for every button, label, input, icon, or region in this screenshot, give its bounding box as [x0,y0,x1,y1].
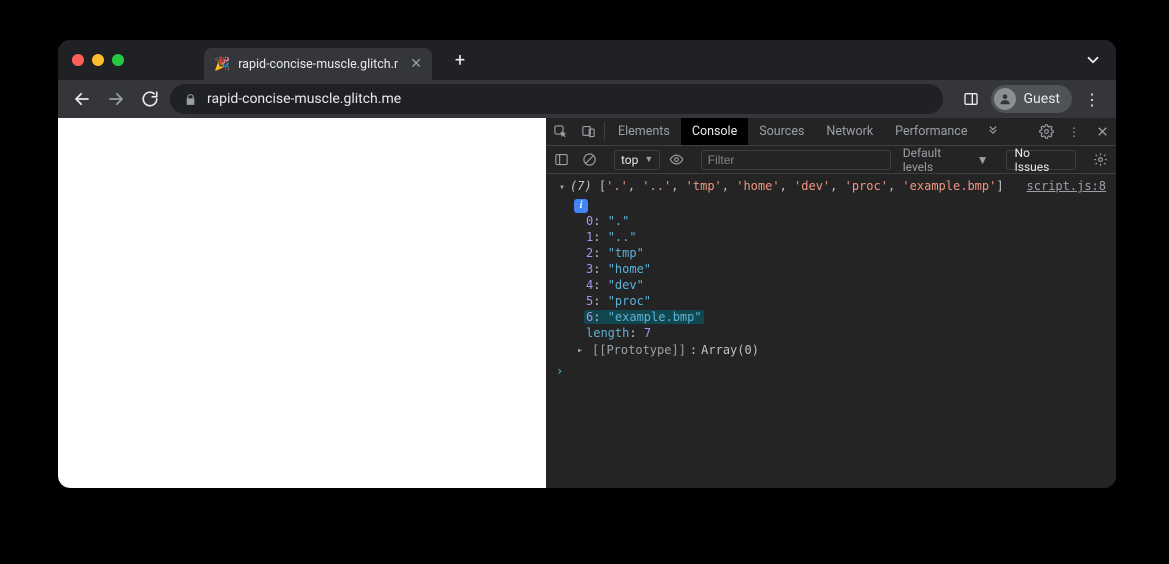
devtools-close-icon[interactable] [1088,124,1116,139]
lock-icon [184,93,197,106]
tab-elements[interactable]: Elements [607,118,681,145]
array-entry[interactable]: 2: "tmp" [586,245,1116,261]
filter-input[interactable] [701,150,891,170]
chevron-down-icon: ▼ [977,153,989,167]
console-settings-icon[interactable] [1089,149,1112,171]
info-badge-icon[interactable]: i [574,199,588,213]
side-panel-icon[interactable] [957,85,985,113]
address-bar: rapid-concise-muscle.glitch.me Guest ⋮ [58,80,1116,118]
omnibox[interactable]: rapid-concise-muscle.glitch.me [170,84,943,114]
devtools-menu-icon[interactable]: ⋮ [1060,125,1088,139]
array-entry[interactable]: 3: "home" [586,261,1116,277]
tab-console[interactable]: Console [681,118,748,145]
tab-sources[interactable]: Sources [748,118,815,145]
clear-console-icon[interactable] [577,149,600,171]
new-tab-button[interactable]: + [446,46,474,74]
close-window-button[interactable] [72,54,84,66]
browser-window: 🎉 rapid-concise-muscle.glitch.me ✕ + rap… [58,40,1116,488]
devtools-tabbar: Elements Console Sources Network Perform… [546,118,1116,146]
forward-button[interactable] [102,85,130,113]
chevron-down-icon: ▼ [644,154,653,165]
page-viewport[interactable] [58,118,546,488]
tab-network[interactable]: Network [815,118,884,145]
log-expanded: 0: "."1: ".."2: "tmp"3: "home"4: "dev"5:… [546,213,1116,325]
console-sidebar-icon[interactable] [550,149,573,171]
profile-label: Guest [1024,91,1060,107]
context-selector[interactable]: top ▼ [614,150,660,170]
toolbar-right: Guest ⋮ [957,85,1106,113]
expand-toggle-icon[interactable] [574,343,586,359]
array-entry[interactable]: 4: "dev" [586,277,1116,293]
console-toolbar: top ▼ Default levels ▼ No Issues [546,146,1116,174]
avatar-icon [994,88,1016,110]
browser-menu-icon[interactable]: ⋮ [1078,90,1106,109]
tab-favicon: 🎉 [214,57,230,72]
levels-label: Default levels [903,146,973,174]
proto-label: [[Prototype]] [592,342,686,358]
tab-bar: 🎉 rapid-concise-muscle.glitch.me ✕ + [58,40,1116,80]
close-tab-icon[interactable]: ✕ [410,56,422,72]
minimize-window-button[interactable] [92,54,104,66]
live-expression-icon[interactable] [664,149,687,171]
array-entry[interactable]: 6: "example.bmp" [586,309,1116,325]
tab-performance[interactable]: Performance [884,118,978,145]
profile-chip[interactable]: Guest [991,85,1072,113]
context-label: top [621,153,638,167]
back-button[interactable] [68,85,96,113]
prototype-row[interactable]: [[Prototype]]: Array(0) [546,341,1116,359]
devtools-panel: Elements Console Sources Network Perform… [546,118,1116,488]
browser-tab[interactable]: 🎉 rapid-concise-muscle.glitch.me ✕ [204,48,432,80]
log-source-link[interactable]: script.js:8 [1027,178,1106,194]
reload-button[interactable] [136,85,164,113]
maximize-window-button[interactable] [112,54,124,66]
tabs-overflow-icon[interactable] [978,118,1008,145]
array-entry[interactable]: 0: "." [586,213,1116,229]
url-text: rapid-concise-muscle.glitch.me [207,91,401,107]
console-output: (7) ['.', '..', 'tmp', 'home', 'dev', 'p… [546,174,1116,488]
length-key: length [586,326,629,340]
log-length-row: length: 7 [546,325,1116,341]
issues-button[interactable]: No Issues [1006,150,1076,170]
console-prompt[interactable]: › [546,359,1116,383]
tab-title: rapid-concise-muscle.glitch.me [238,57,398,72]
length-value: 7 [644,326,651,340]
log-entry[interactable]: (7) ['.', '..', 'tmp', 'home', 'dev', 'p… [546,178,1116,213]
array-entry[interactable]: 1: ".." [586,229,1116,245]
inspect-element-icon[interactable] [546,118,574,145]
log-levels-selector[interactable]: Default levels ▼ [899,146,993,174]
content-area: Elements Console Sources Network Perform… [58,118,1116,488]
proto-value: Array(0) [701,342,759,358]
array-entry[interactable]: 5: "proc" [586,293,1116,309]
window-menu-chevron-icon[interactable] [1084,40,1102,80]
devtools-settings-icon[interactable] [1032,124,1060,139]
device-toolbar-icon[interactable] [574,118,602,145]
expand-toggle-icon[interactable] [556,180,568,196]
window-controls [72,54,124,66]
issues-label: No Issues [1015,146,1067,174]
log-preview: (7) ['.', '..', 'tmp', 'home', 'dev', 'p… [570,178,1019,213]
